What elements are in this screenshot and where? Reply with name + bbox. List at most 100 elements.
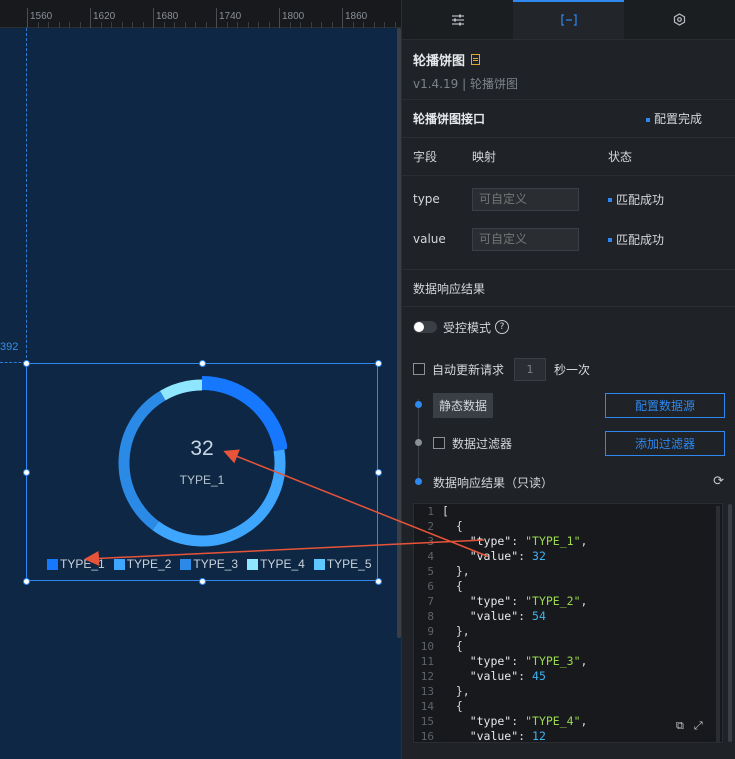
help-icon[interactable]: ? [495,320,510,334]
code-line: 7 "type": "TYPE_2", [414,594,722,609]
field-name: value [413,232,446,246]
refresh-icon[interactable]: ⟳ [713,474,724,489]
legend-item[interactable]: TYPE_2 [113,557,171,571]
column-field: 字段 [413,150,438,164]
field-status-text: 匹配成功 [616,232,665,247]
field-row-type: type 匹配成功 [402,179,735,219]
legend-label: TYPE_4 [260,557,305,571]
ruler-major-tick [279,8,280,28]
ruler-minor-tick [163,22,165,28]
component-name: 轮播饼图 [413,54,466,69]
response-readonly-label: 数据响应结果（只读） [433,475,554,490]
donut-slice-type-2[interactable] [152,449,286,547]
document-icon[interactable] [471,54,481,65]
code-text: [ [442,504,449,518]
component-name-row: 轮播饼图 [413,50,724,69]
resize-handle[interactable] [23,578,30,585]
resize-handle[interactable] [23,469,30,476]
tab-interaction[interactable] [624,0,735,39]
copy-icon[interactable]: ⧉ [676,719,684,733]
code-colon: : [518,609,533,623]
horizontal-ruler: 1560 1620 1680 1740 1800 1860 [0,0,401,28]
legend-item[interactable]: TYPE_3 [180,557,238,571]
field-name: type [413,192,440,206]
controlled-mode-label: 受控模式 [443,320,492,335]
column-map: 映射 [472,150,497,164]
status-dot-icon [608,198,612,202]
resize-handle[interactable] [23,360,30,367]
code-line: 12 "value": 45 [414,669,722,684]
legend-item[interactable]: TYPE_1 [47,557,105,571]
static-data-button[interactable]: 静态数据 [433,392,494,418]
json-response-editor[interactable]: 1[2 {3 "type": "TYPE_1", 4 "value": 32 5 }… [413,503,723,743]
code-colon: : [511,654,526,668]
tab-config[interactable] [402,0,513,39]
auto-update-interval-input[interactable]: 1 [514,357,547,381]
ruler-minor-tick [384,22,385,28]
code-value: 54 [532,609,546,623]
field-table-header: 字段 映射 状态 [402,138,735,176]
field-map-input-value[interactable] [472,227,579,251]
code-value: "TYPE_1" [525,534,581,548]
data-filter-checkbox[interactable] [433,437,445,449]
add-filter-button[interactable]: 添加过滤器 [605,431,725,456]
resize-handle[interactable] [375,469,382,476]
ruler-minor-tick [289,22,291,28]
line-number: 5 [427,565,434,578]
panel-scrollbar[interactable] [728,504,732,742]
tab-data[interactable] [513,0,624,39]
code-key: "type" [442,654,512,668]
ruler-minor-tick [226,22,228,28]
chart-legend: TYPE_1 TYPE_2 TYPE_3 TYPE_4 TYPE_5 [47,557,372,571]
code-line: 6 { [414,579,722,594]
code-line: 8 "value": 54 [414,609,722,624]
interface-title: 轮播饼图接口 [413,112,486,126]
resize-handle[interactable] [199,360,206,367]
resize-handle[interactable] [375,578,382,585]
fullscreen-icon[interactable]: ⤢ [694,719,703,733]
flow-node-icon [415,439,422,446]
code-key: "type" [442,714,512,728]
resize-handle[interactable] [199,578,206,585]
code-key: "value" [442,609,519,623]
legend-label: TYPE_5 [326,557,372,571]
code-punct: , [580,594,588,608]
legend-swatch [113,558,125,570]
auto-update-checkbox[interactable] [413,363,425,375]
auto-update-unit: 秒一次 [554,362,591,377]
code-key: "type" [442,594,512,608]
controlled-mode-toggle[interactable] [413,321,437,333]
ruler-tick-label: 1860 [345,11,368,22]
ruler-major-tick [216,8,217,28]
code-colon: : [511,594,526,608]
legend-item[interactable]: TYPE_5 [313,557,372,571]
gear-icon [673,13,686,26]
code-scrollbar[interactable] [716,506,720,742]
field-map-input-type[interactable] [472,187,579,211]
donut-slice-type-3[interactable] [118,390,166,531]
status-dot-icon [608,238,612,242]
field-status: 匹配成功 [608,231,664,248]
resize-handle[interactable] [375,360,382,367]
interface-status-text: 配置完成 [653,112,702,126]
config-data-source-button[interactable]: 配置数据源 [605,393,725,418]
legend-label: TYPE_1 [60,557,105,571]
line-number: 7 [427,595,434,608]
status-dot-icon [645,117,650,122]
bracket-icon [560,13,577,26]
ruler-major-tick [342,8,343,28]
ruler-minor-tick [121,22,123,28]
ruler-minor-tick [174,22,175,28]
code-punct: , [580,534,588,548]
code-line: 14 { [414,699,722,714]
code-line: 5 }, [414,564,722,579]
line-number: 6 [427,580,434,593]
line-number: 2 [427,520,434,533]
legend-item[interactable]: TYPE_4 [247,557,305,571]
editor-canvas[interactable]: 1560 1620 1680 1740 1800 1860 392 32 TYPE_1 T… [0,0,401,759]
ruler-minor-tick [394,22,396,28]
code-punct: , [580,714,588,728]
ruler-minor-tick [37,22,39,28]
ruler-minor-tick [247,22,249,28]
donut-slice-type-4[interactable] [159,379,203,401]
